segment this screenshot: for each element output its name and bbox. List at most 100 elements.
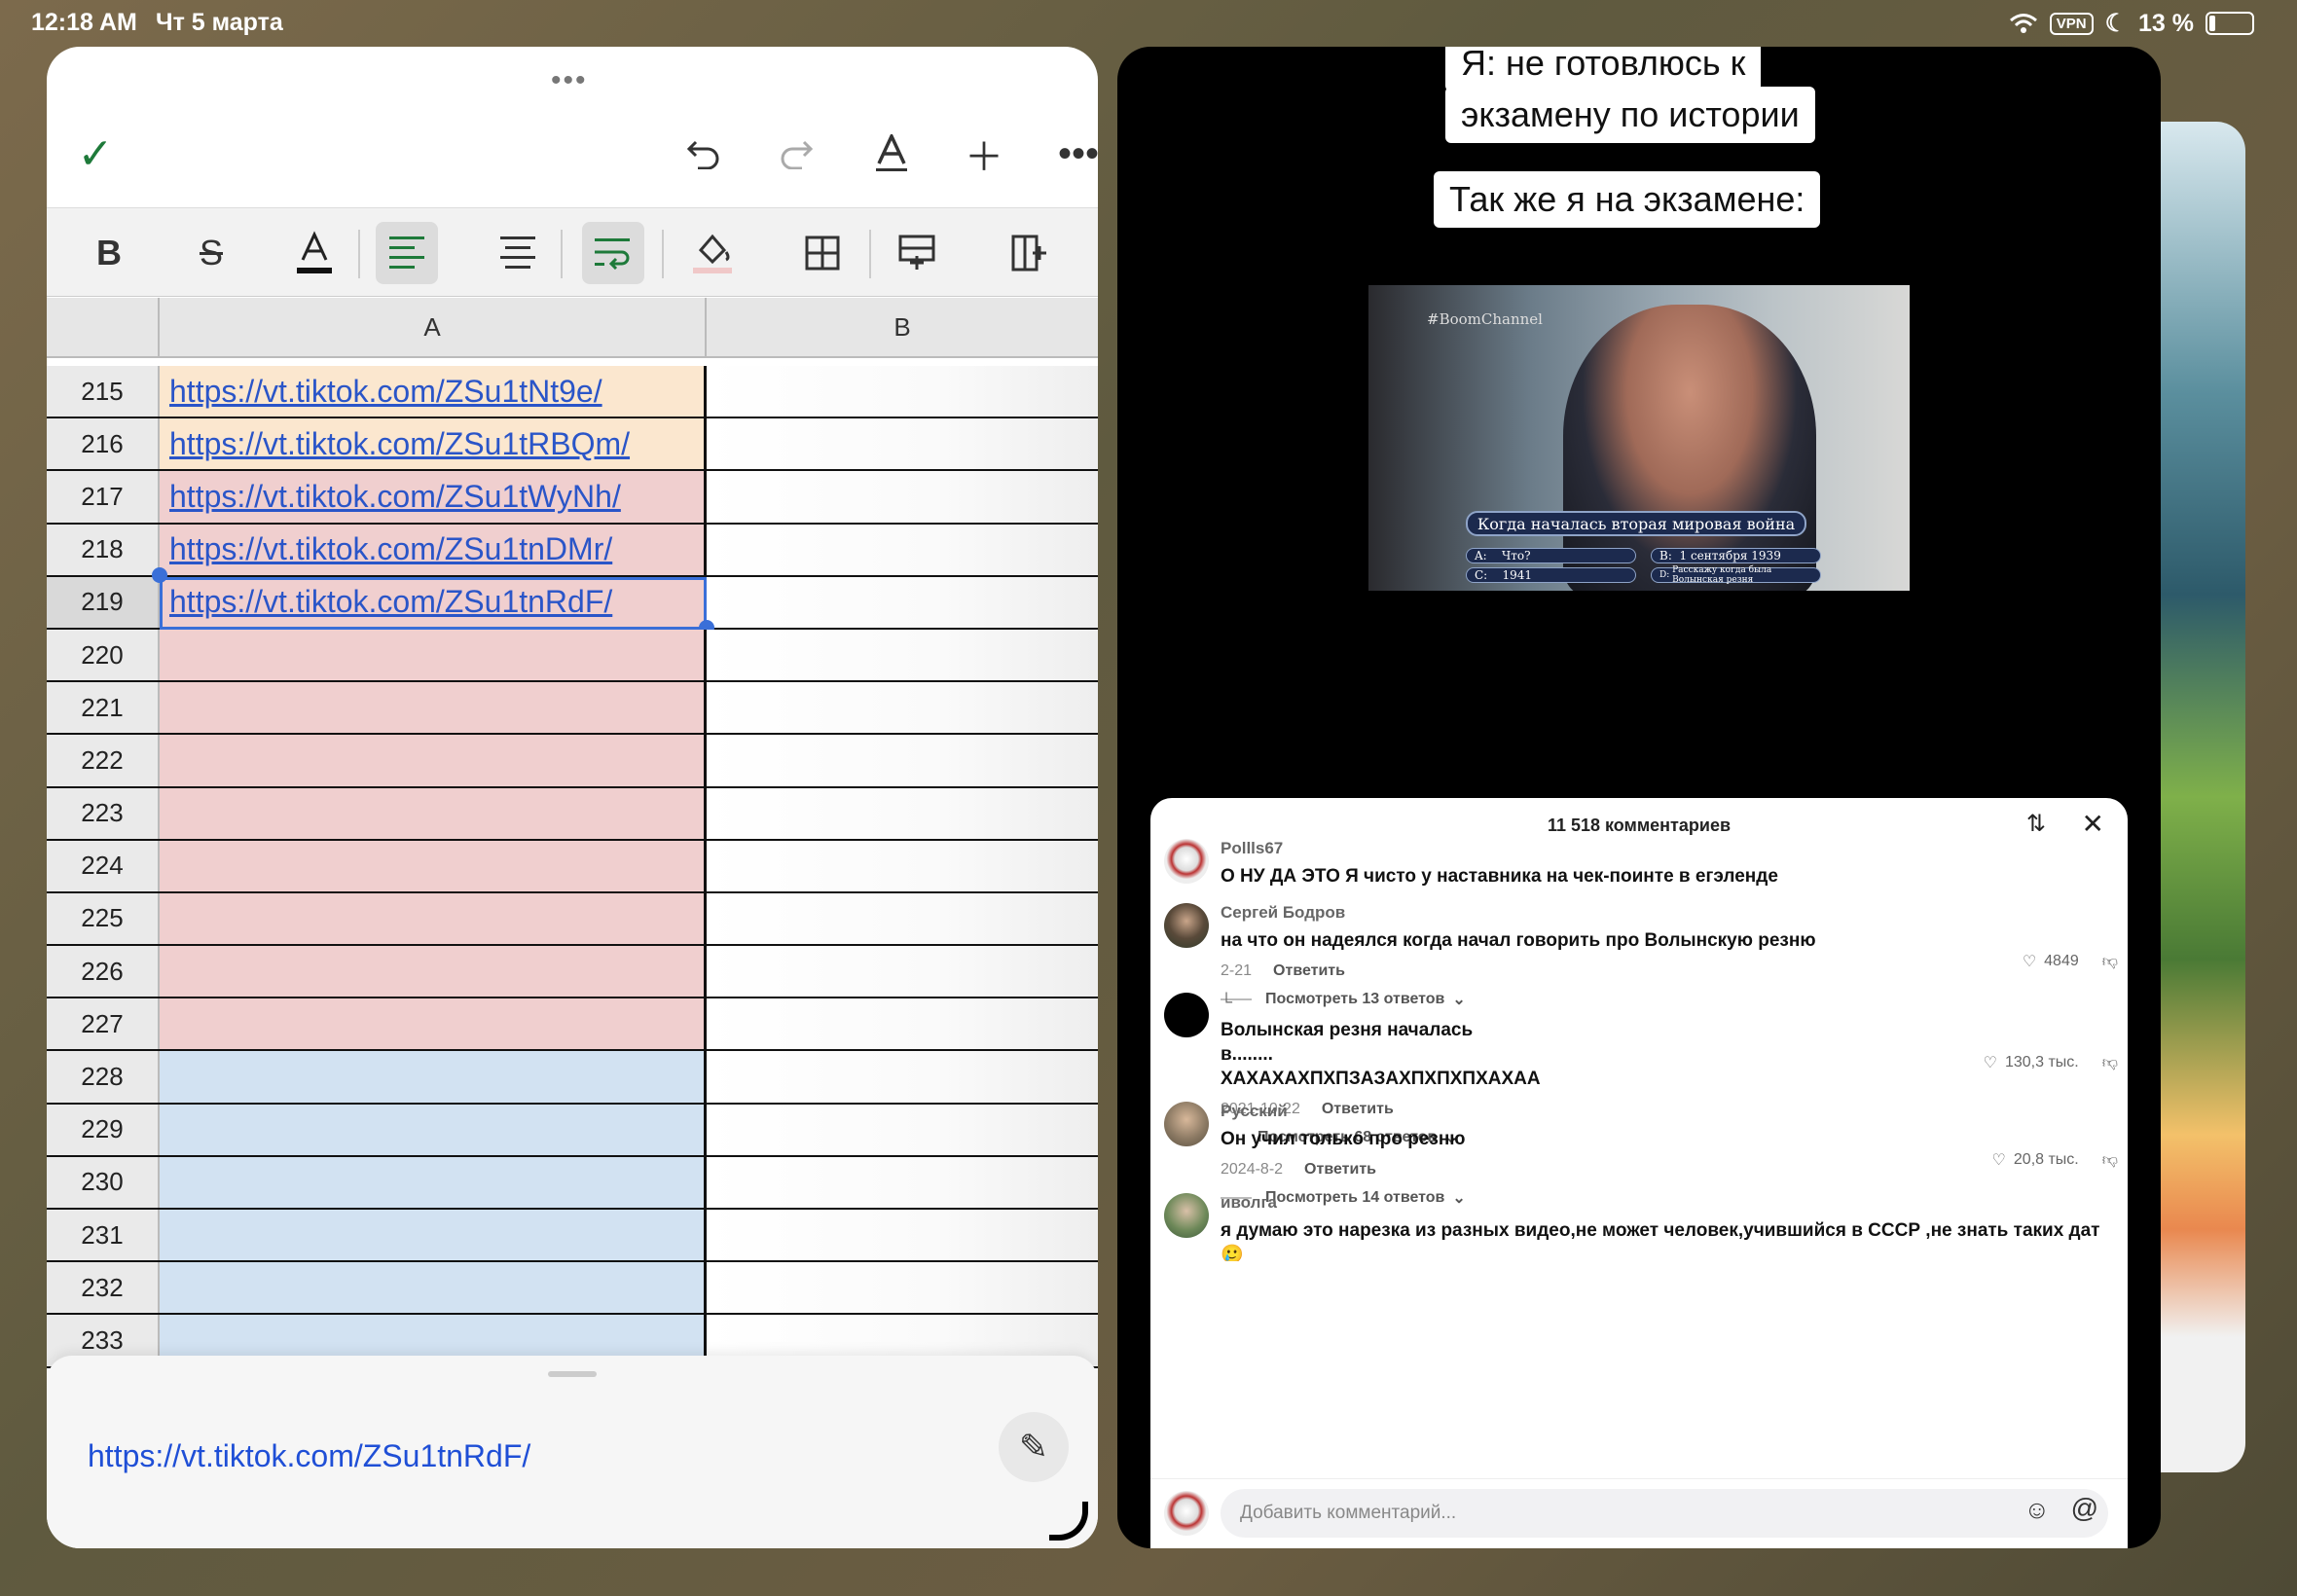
table-row[interactable]: 229 [47, 1104, 1098, 1157]
table-row[interactable]: 228 [47, 1051, 1098, 1105]
column-header-a[interactable]: A [160, 298, 707, 358]
cell-b[interactable] [707, 682, 1098, 734]
cell-link[interactable]: https://vt.tiktok.com/ZSu1tnDMr/ [169, 531, 612, 567]
strikethrough-button[interactable]: S [180, 222, 242, 284]
avatar[interactable] [1164, 993, 1209, 1037]
pencil-icon[interactable]: ✎ [999, 1412, 1069, 1482]
cell-a[interactable] [160, 840, 707, 891]
row-number[interactable]: 232 [47, 1262, 160, 1314]
cell-a[interactable]: https://vt.tiktok.com/ZSu1tWyNh/ [160, 471, 707, 523]
row-number[interactable]: 228 [47, 1051, 160, 1103]
bold-button[interactable]: B [78, 222, 140, 284]
row-number[interactable]: 230 [47, 1156, 160, 1208]
cell-link[interactable]: https://vt.tiktok.com/ZSu1tWyNh/ [169, 479, 621, 515]
table-row[interactable]: 215 https://vt.tiktok.com/ZSu1tNt9e/ [47, 366, 1098, 419]
cell-link[interactable]: https://vt.tiktok.com/ZSu1tNt9e/ [169, 374, 602, 410]
insert-row-button[interactable] [886, 222, 948, 284]
table-row[interactable]: 223 [47, 787, 1098, 841]
cell-a[interactable]: https://vt.tiktok.com/ZSu1tnRdF/ [160, 576, 707, 628]
row-number[interactable]: 219 [47, 576, 160, 628]
row-number[interactable]: 225 [47, 892, 160, 945]
cell-a[interactable] [160, 1104, 707, 1155]
row-number[interactable]: 231 [47, 1210, 160, 1261]
table-row[interactable]: 225 [47, 892, 1098, 947]
cell-a[interactable]: https://vt.tiktok.com/ZSu1tRBQm/ [160, 418, 707, 470]
dislike-icon[interactable]: 👎︎ [2102, 953, 2118, 971]
cell-a[interactable] [160, 1262, 707, 1314]
cell-link[interactable]: https://vt.tiktok.com/ZSu1tnRdF/ [169, 584, 612, 620]
avatar[interactable] [1164, 1193, 1209, 1238]
cell-b[interactable] [707, 471, 1098, 523]
table-row[interactable]: 222 [47, 735, 1098, 788]
cell-content-link[interactable]: https://vt.tiktok.com/ZSu1tnRdF/ [88, 1438, 530, 1474]
cell-b[interactable] [707, 418, 1098, 470]
cell-b[interactable] [707, 366, 1098, 417]
cell-a[interactable]: https://vt.tiktok.com/ZSu1tNt9e/ [160, 366, 707, 417]
table-row[interactable]: 224 [47, 840, 1098, 893]
dislike-icon[interactable]: 👎︎ [2102, 1151, 2118, 1170]
window-handle[interactable]: ••• [551, 64, 588, 97]
row-number[interactable]: 227 [47, 998, 160, 1050]
insert-column-button[interactable] [999, 222, 1061, 284]
align-left-button[interactable] [376, 222, 438, 284]
cell-b[interactable] [707, 1210, 1098, 1261]
comment-username[interactable]: Pollls67 [1221, 839, 2096, 858]
table-row[interactable]: 216 https://vt.tiktok.com/ZSu1tRBQm/ [47, 418, 1098, 472]
cell-b[interactable] [707, 524, 1098, 575]
heart-icon[interactable]: ♡ [1984, 1053, 1997, 1072]
add-comment-input[interactable]: Добавить комментарий... [1221, 1489, 2108, 1538]
avatar[interactable] [1164, 1102, 1209, 1146]
cell-a[interactable] [160, 1156, 707, 1208]
row-number[interactable]: 216 [47, 418, 160, 470]
row-number[interactable]: 220 [47, 629, 160, 681]
cell-b[interactable] [707, 1104, 1098, 1155]
mention-icon[interactable]: @ [2071, 1493, 2098, 1524]
cell-b[interactable] [707, 1262, 1098, 1314]
comment-username[interactable]: └ [1221, 993, 2096, 1012]
table-row[interactable]: 226 [47, 946, 1098, 999]
row-number[interactable]: 223 [47, 787, 160, 839]
cell-a[interactable] [160, 892, 707, 945]
heart-icon[interactable]: ♡ [1992, 1150, 2006, 1170]
cell-b[interactable] [707, 629, 1098, 681]
more-icon[interactable]: ••• [1049, 125, 1098, 183]
close-icon[interactable]: ✕ [2082, 808, 2104, 840]
redo-icon[interactable] [767, 125, 825, 183]
cell-a[interactable] [160, 946, 707, 998]
table-row[interactable]: 217 https://vt.tiktok.com/ZSu1tWyNh/ [47, 471, 1098, 525]
wrap-text-button[interactable] [582, 222, 644, 284]
cell-b[interactable] [707, 576, 1098, 628]
cell-a[interactable] [160, 1210, 707, 1261]
row-number[interactable]: 221 [47, 682, 160, 734]
cell-b[interactable] [707, 998, 1098, 1050]
font-color-button[interactable] [283, 222, 346, 284]
comment-username[interactable]: Русский [1221, 1102, 2096, 1121]
table-row[interactable]: 219 https://vt.tiktok.com/ZSu1tnRdF/ [47, 566, 1098, 635]
cell-b[interactable] [707, 840, 1098, 891]
cell-link[interactable]: https://vt.tiktok.com/ZSu1tRBQm/ [169, 426, 630, 462]
video-frame[interactable]: #BoomChannel Когда началась вторая миров… [1368, 285, 1910, 591]
row-number[interactable]: 229 [47, 1104, 160, 1155]
table-row[interactable]: 218 https://vt.tiktok.com/ZSu1tnDMr/ [47, 524, 1098, 577]
row-number[interactable]: 226 [47, 946, 160, 998]
cell-b[interactable] [707, 1051, 1098, 1103]
panel-grabber[interactable] [548, 1371, 597, 1377]
table-row[interactable]: 220 [47, 629, 1098, 683]
table-row[interactable]: 232 [47, 1262, 1098, 1316]
row-number[interactable]: 218 [47, 524, 160, 575]
table-row[interactable]: 231 [47, 1210, 1098, 1263]
comment-username[interactable]: иволга [1221, 1193, 2116, 1213]
selection-handle[interactable] [152, 566, 167, 583]
table-row[interactable]: 230 [47, 1156, 1098, 1210]
text-format-icon[interactable] [862, 125, 921, 183]
sort-icon[interactable]: ⇅ [2026, 810, 2046, 838]
cell-a[interactable] [160, 1051, 707, 1103]
cell-a[interactable] [160, 682, 707, 734]
cell-a[interactable] [160, 735, 707, 786]
cell-b[interactable] [707, 1156, 1098, 1208]
sheet-grid[interactable]: A B 215 https://vt.tiktok.com/ZSu1tNt9e/2… [47, 298, 1098, 1402]
avatar[interactable] [1164, 903, 1209, 948]
row-number[interactable]: 224 [47, 840, 160, 891]
avatar[interactable] [1164, 1491, 1209, 1536]
cell-b[interactable] [707, 787, 1098, 839]
